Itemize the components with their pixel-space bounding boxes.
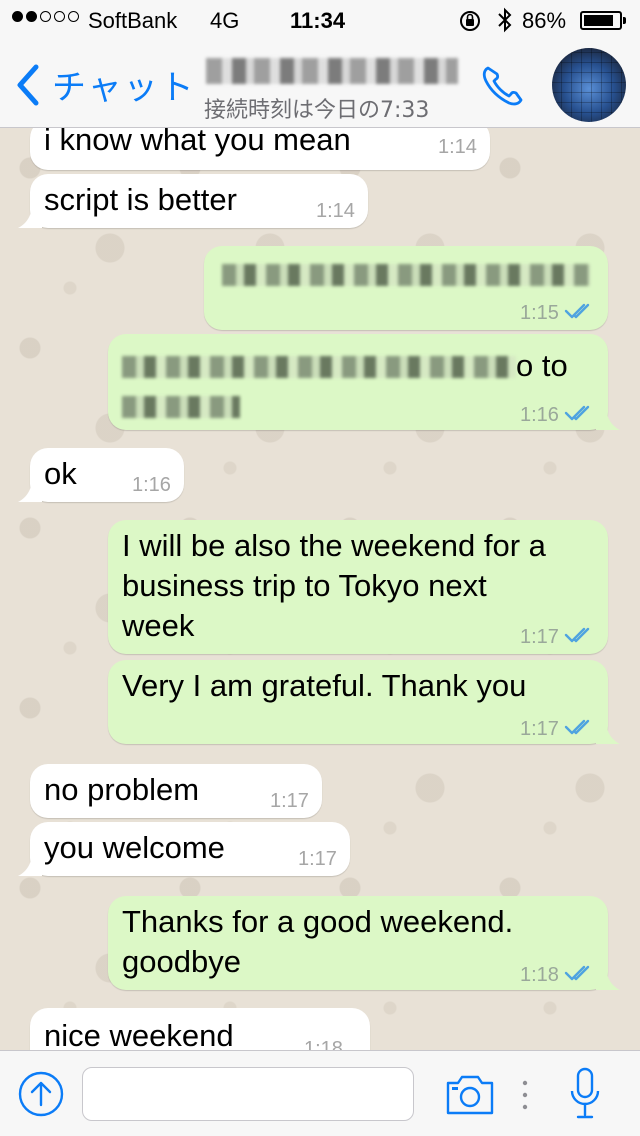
status-bar: SoftBank 4G 11:34 86% — [0, 0, 640, 40]
microphone-icon — [570, 1067, 600, 1119]
contact-name-redacted — [206, 58, 458, 84]
message-incoming: no problem 1:17 — [30, 764, 322, 818]
message-outgoing: I will be also the weekend for a busines… — [108, 520, 608, 654]
message-outgoing: Thanks for a good weekend. goodbye 1:18 — [108, 896, 620, 990]
read-receipt-icon — [564, 303, 590, 319]
upload-arrow-icon — [18, 1071, 64, 1117]
message-incoming: nice weekend 1:18 — [30, 1008, 370, 1050]
message-text: Thanks for a good weekend. goodbye — [122, 904, 514, 979]
signal-strength-icon — [12, 11, 79, 22]
battery-percentage: 86% — [522, 8, 567, 33]
read-receipt-icon — [564, 965, 590, 981]
message-input-bar — [0, 1050, 640, 1136]
message-outgoing: o to 1:16 — [108, 334, 620, 430]
back-button-label: チャット — [52, 68, 196, 108]
message-text: Very I am grateful. Thank you — [122, 668, 527, 703]
message-time: 1:15 — [520, 302, 559, 324]
message-text: i know what you mean — [44, 128, 351, 157]
read-receipt-icon — [564, 405, 590, 421]
message-outgoing: Very I am grateful. Thank you 1:17 — [108, 660, 620, 744]
message-time: 1:14 — [316, 200, 355, 222]
carrier-name: SoftBank — [88, 8, 178, 33]
message-incoming: script is better 1:14 — [18, 174, 368, 228]
last-seen-status: 接続時刻は今日の7:33 — [204, 98, 430, 123]
message-incoming: ok 1:16 — [18, 448, 184, 502]
network-type: 4G — [210, 8, 240, 33]
camera-button[interactable] — [444, 1071, 496, 1117]
message-text-input[interactable] — [82, 1067, 414, 1121]
status-time: 11:34 — [290, 8, 346, 33]
message-incoming: you welcome 1:17 — [18, 822, 350, 876]
message-time: 1:18 — [520, 964, 559, 986]
attach-upload-button[interactable] — [18, 1071, 64, 1117]
back-button[interactable]: チャット — [14, 60, 196, 109]
message-time: 1:17 — [520, 626, 559, 648]
read-receipt-icon — [564, 627, 590, 643]
message-text: you welcome — [44, 830, 225, 865]
redacted-text — [122, 356, 516, 378]
message-time: 1:17 — [270, 790, 309, 812]
chevron-left-icon — [17, 64, 39, 105]
message-text: I will be also the weekend for a busines… — [122, 528, 546, 643]
message-outgoing: 1:15 — [204, 246, 608, 330]
redacted-text — [122, 396, 240, 418]
message-time: 1:16 — [132, 474, 171, 496]
navigation-bar: チャット 接続時刻は今日の7:33 — [0, 40, 640, 128]
message-time: 1:17 — [298, 848, 337, 870]
message-text: nice weekend — [44, 1018, 234, 1050]
rotation-lock-icon — [458, 9, 482, 39]
message-time: 1:16 — [520, 404, 559, 426]
message-time: 1:14 — [438, 136, 477, 158]
phone-call-icon[interactable] — [478, 62, 528, 108]
contact-avatar[interactable] — [552, 48, 626, 122]
message-text: no problem — [44, 772, 200, 807]
message-text: script is better — [44, 182, 237, 217]
message-incoming: i know what you mean 1:14 — [30, 128, 490, 170]
chat-messages[interactable]: i know what you mean 1:14 script is bett… — [0, 128, 640, 1050]
battery-icon — [580, 11, 626, 30]
contact-info[interactable]: 接続時刻は今日の7:33 — [204, 50, 464, 123]
more-options-icon[interactable] — [520, 1075, 530, 1115]
message-text: o to — [516, 348, 568, 383]
camera-icon — [446, 1075, 494, 1115]
message-text: ok — [44, 456, 77, 491]
message-time: 1:18 — [304, 1038, 343, 1050]
microphone-button[interactable] — [568, 1065, 602, 1123]
redacted-text — [222, 264, 590, 286]
read-receipt-icon — [564, 719, 590, 735]
bluetooth-icon — [496, 7, 514, 39]
message-time: 1:17 — [520, 718, 559, 740]
